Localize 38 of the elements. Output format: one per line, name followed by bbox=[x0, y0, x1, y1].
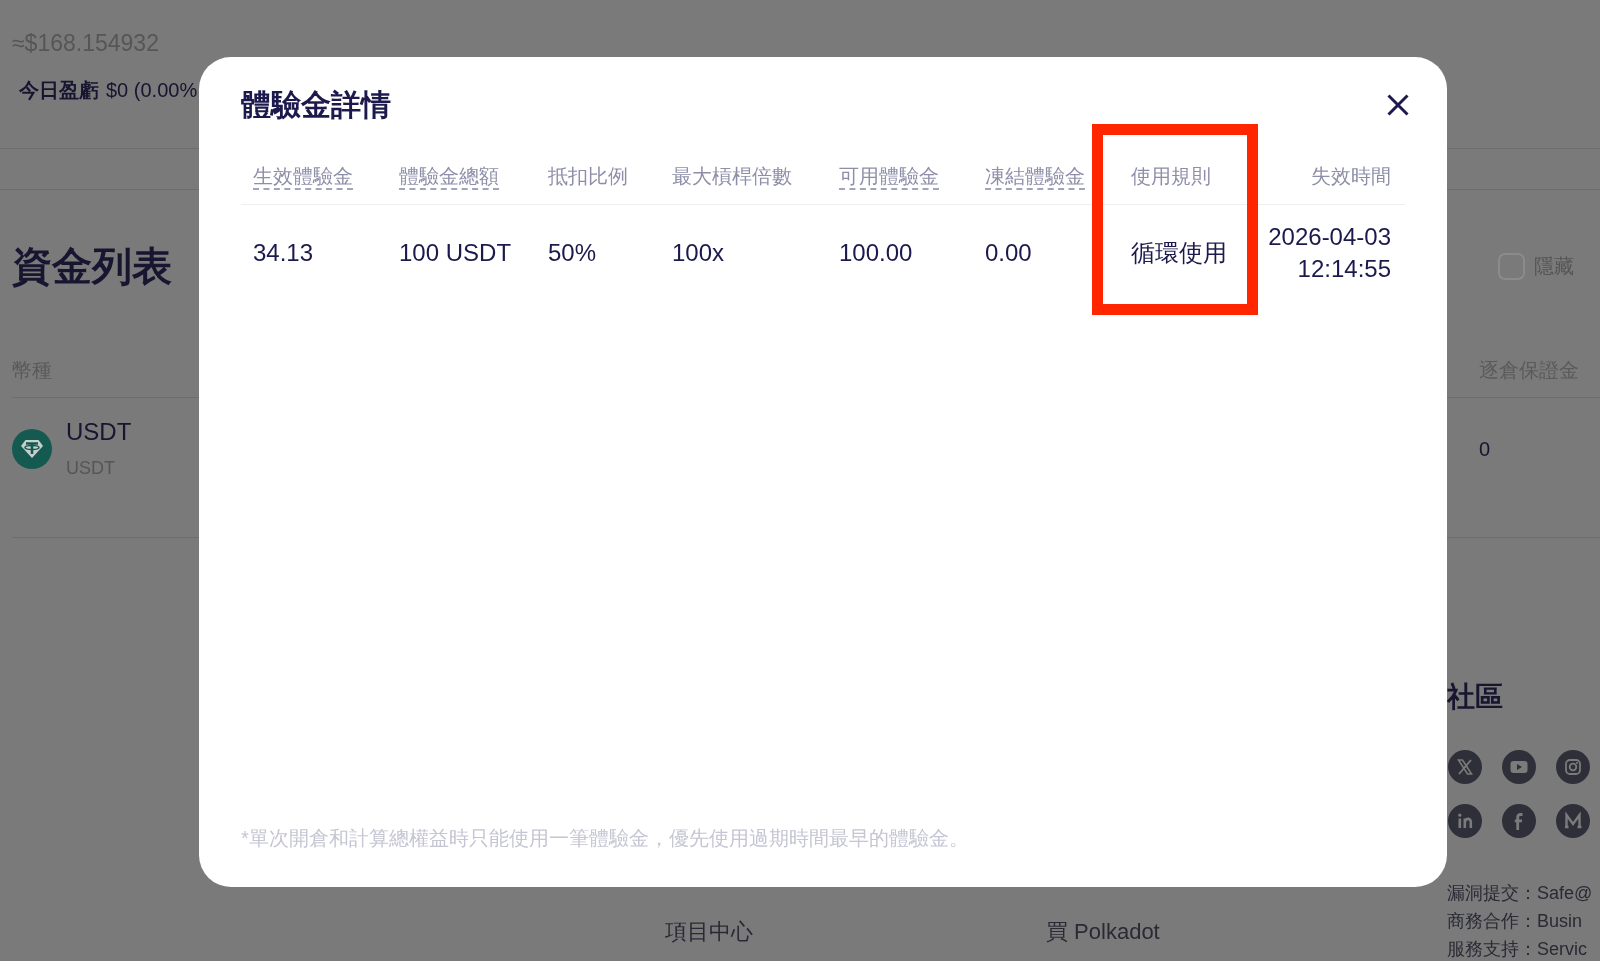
close-button[interactable] bbox=[1386, 93, 1410, 117]
camera-icon[interactable] bbox=[1556, 750, 1590, 784]
table-cell: 0 bbox=[1479, 438, 1491, 460]
column-header: 抵扣比例 bbox=[548, 164, 628, 189]
contact-line: 漏洞提交：Safe@ bbox=[1447, 882, 1593, 904]
footer-link[interactable]: 買 Polkadot bbox=[1046, 917, 1160, 947]
footnote: *單次開倉和計算總權益時只能使用一筆體驗金，優先使用過期時間最早的體驗金。 bbox=[241, 826, 969, 851]
table-cell-text: 2026-04-03 12:14:55 bbox=[1267, 222, 1391, 284]
m-logo-icon[interactable] bbox=[1556, 804, 1590, 838]
table-cell-text: 100x bbox=[672, 238, 725, 268]
x-logo-icon[interactable] bbox=[1448, 750, 1482, 784]
column-header: 生效體驗金 bbox=[253, 164, 353, 190]
column-header: 可用體驗金 bbox=[839, 164, 939, 190]
coin-icon bbox=[12, 429, 52, 469]
column-header: 凍結體驗金 bbox=[985, 164, 1085, 190]
table-cell-text: 34.13 bbox=[253, 238, 314, 268]
table-cell-text: 100.00 bbox=[839, 238, 913, 268]
column-header: 失效時間 bbox=[1311, 164, 1391, 189]
pnl-label: 今日盈虧 bbox=[19, 78, 99, 103]
table-cell-text: 100 USDT bbox=[399, 238, 512, 268]
section-title: 資金列表 bbox=[12, 243, 172, 290]
f-logo-icon[interactable] bbox=[1502, 804, 1536, 838]
close-icon bbox=[1386, 93, 1410, 117]
column-header: 使用規則 bbox=[1131, 164, 1211, 189]
in-logo-icon[interactable] bbox=[1448, 804, 1482, 838]
coin-name: USDT bbox=[66, 417, 132, 447]
contact-line: 服務支持：Servic bbox=[1447, 938, 1587, 960]
table-cell-text: 50% bbox=[548, 238, 597, 268]
community-title: 社區 bbox=[1447, 680, 1503, 714]
contact-line: 商務合作：Busin bbox=[1447, 910, 1583, 932]
pnl-value: $0 (0.00% bbox=[106, 78, 198, 103]
dialog-title: 體驗金詳情 bbox=[241, 87, 391, 123]
column-header: 最大槓桿倍數 bbox=[672, 164, 792, 189]
column-header: 體驗金總額 bbox=[399, 164, 499, 190]
play-button-icon[interactable] bbox=[1502, 750, 1536, 784]
table-cell-text: 0.00 bbox=[985, 238, 1032, 268]
footer-link[interactable]: 項目中心 bbox=[665, 917, 753, 947]
table-cell-text: 循環使用 bbox=[1131, 238, 1227, 268]
